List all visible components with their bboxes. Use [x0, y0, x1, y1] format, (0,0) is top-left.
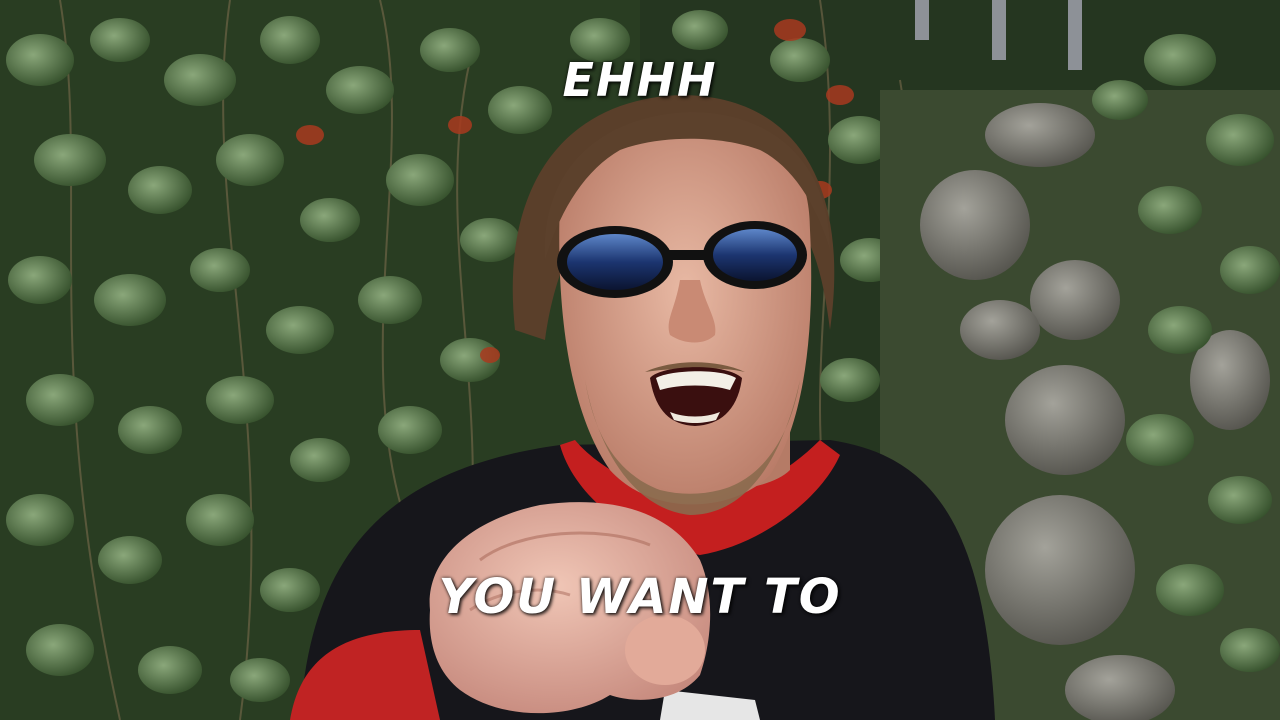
caption-bottom: YOU WANT TO: [438, 569, 842, 625]
video-frame: EHHH YOU WANT TO: [0, 0, 1280, 720]
caption-top: EHHH: [562, 53, 718, 107]
